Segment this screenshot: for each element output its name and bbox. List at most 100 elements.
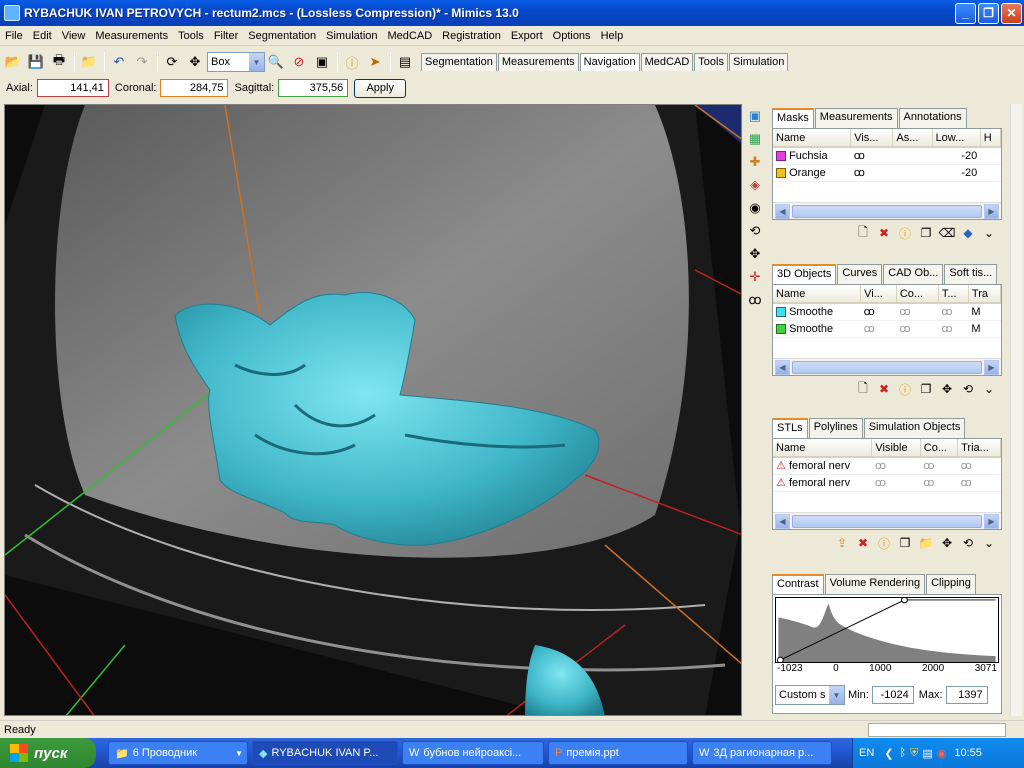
max-handle[interactable] bbox=[901, 597, 908, 604]
tab-medcad[interactable]: MedCAD bbox=[640, 53, 694, 71]
transparency-glasses-icon[interactable]: ꝏ bbox=[938, 320, 969, 338]
tab-tools[interactable]: Tools bbox=[694, 53, 728, 71]
start-button[interactable]: пуск bbox=[0, 738, 96, 768]
contour-glasses-icon[interactable]: ꝏ bbox=[896, 303, 939, 321]
minimize-button[interactable]: _ bbox=[955, 2, 976, 24]
menu-export[interactable]: Export bbox=[506, 30, 548, 42]
visibility-glasses-icon[interactable]: ꝏ bbox=[871, 457, 921, 475]
column-header[interactable]: Co... bbox=[896, 285, 939, 304]
print-icon[interactable]: 🖶 bbox=[48, 51, 70, 73]
scroll-right-icon[interactable]: ▶ bbox=[984, 203, 999, 219]
delete-icon[interactable]: ✖ bbox=[875, 380, 893, 398]
menu-help[interactable]: Help bbox=[596, 30, 629, 42]
fit-icon[interactable]: ▣ bbox=[311, 51, 333, 73]
scroll-thumb[interactable] bbox=[792, 360, 982, 374]
move-icon[interactable]: ✥ bbox=[938, 380, 956, 398]
scroll-thumb[interactable] bbox=[792, 514, 982, 528]
close-button[interactable]: ✕ bbox=[1001, 2, 1022, 24]
tab-masks[interactable]: Masks bbox=[772, 108, 814, 130]
table-row[interactable]: Smoothe ꝏ ꝏ ꝏ M bbox=[773, 320, 1001, 338]
3d-viewport[interactable] bbox=[4, 104, 742, 716]
calculate-3d-icon[interactable]: ◆ bbox=[959, 224, 977, 242]
tray-arrow-icon[interactable]: ❮ bbox=[884, 747, 893, 760]
scroll-thumb[interactable] bbox=[792, 204, 982, 218]
undo-icon[interactable]: ↶ bbox=[108, 51, 130, 73]
column-header[interactable]: Name bbox=[773, 129, 852, 148]
taskbar-item[interactable]: 📁 6 Проводник ▼ bbox=[108, 741, 248, 765]
contour-glasses-icon[interactable]: ꝏ bbox=[920, 457, 958, 475]
triangles-glasses-icon[interactable]: ꝏ bbox=[957, 474, 1001, 492]
contrast-histogram[interactable] bbox=[775, 597, 999, 663]
column-header[interactable]: Low... bbox=[932, 129, 981, 148]
tab-curves[interactable]: Curves bbox=[837, 264, 883, 284]
horizontal-scrollbar[interactable]: ◀ ▶ bbox=[773, 358, 1001, 375]
table-row[interactable]: Smoothe ꝏ ꝏ ꝏ M bbox=[773, 303, 1001, 321]
table-row[interactable]: Fuchsia ꝏ -20 bbox=[773, 147, 1001, 165]
menu-options[interactable]: Options bbox=[548, 30, 596, 42]
delete-icon[interactable]: ✖ bbox=[875, 224, 893, 242]
visibility-glasses-icon[interactable]: ꝏ bbox=[871, 474, 921, 492]
horizontal-scrollbar[interactable]: ◀ ▶ bbox=[773, 202, 1001, 219]
tab-annotations[interactable]: Annotations bbox=[898, 108, 967, 128]
rotate-icon[interactable]: ⟲ bbox=[959, 534, 977, 552]
menu-view[interactable]: View bbox=[57, 30, 91, 42]
taskbar-item[interactable]: Wбубнов нейроаксі... bbox=[402, 741, 544, 765]
taskbar-item[interactable]: ◆ RYBACHUK IVAN P... bbox=[252, 741, 398, 765]
menu-medcad[interactable]: MedCAD bbox=[383, 30, 438, 42]
column-header[interactable]: As... bbox=[892, 129, 933, 148]
save-icon[interactable]: 💾 bbox=[25, 51, 47, 73]
zoom-icon[interactable]: 🔍 bbox=[265, 51, 287, 73]
column-header[interactable]: Name bbox=[773, 439, 873, 458]
view-cube-icon[interactable]: ▣ bbox=[744, 105, 766, 127]
tab-segmentation[interactable]: Segmentation bbox=[421, 53, 497, 71]
table-row[interactable]: ⚠ femoral nerv ꝏ ꝏ ꝏ bbox=[773, 457, 1001, 475]
info-icon[interactable]: ⓘ bbox=[896, 380, 914, 398]
load-stl-icon[interactable]: ⇪ bbox=[833, 534, 851, 552]
menu-segmentation[interactable]: Segmentation bbox=[243, 30, 321, 42]
visibility-glasses-icon[interactable]: ꝏ bbox=[860, 320, 897, 338]
tab-navigation[interactable]: Navigation bbox=[579, 53, 640, 71]
visibility-glasses-icon[interactable]: ꝏ bbox=[860, 303, 897, 321]
pan-icon[interactable]: ✥ bbox=[184, 51, 206, 73]
maximize-button[interactable]: ❐ bbox=[978, 2, 999, 24]
rotate-icon[interactable]: ⟲ bbox=[959, 380, 977, 398]
contour-glasses-icon[interactable]: ꝏ bbox=[920, 474, 958, 492]
zoom-reset-icon[interactable]: ⊘ bbox=[288, 51, 310, 73]
menu-chevron-icon[interactable]: ⌄ bbox=[980, 534, 998, 552]
new-icon[interactable]: 🗋 bbox=[854, 224, 872, 242]
glasses-icon[interactable]: ꝏ bbox=[744, 289, 766, 311]
menu-chevron-icon[interactable]: ⌄ bbox=[980, 380, 998, 398]
info-icon[interactable]: ⓘ bbox=[341, 51, 363, 73]
table-row[interactable]: ⚠ femoral nerv ꝏ ꝏ ꝏ bbox=[773, 474, 1001, 492]
table-row[interactable]: Orange ꝏ -20 bbox=[773, 164, 1001, 182]
scroll-left-icon[interactable]: ◀ bbox=[775, 203, 790, 219]
duplicate-icon[interactable]: ❐ bbox=[917, 224, 935, 242]
contour-glasses-icon[interactable]: ꝏ bbox=[896, 320, 939, 338]
rotate-icon[interactable]: ⟲ bbox=[744, 220, 766, 242]
horizontal-scrollbar[interactable]: ◀ ▶ bbox=[773, 512, 1001, 529]
visibility-glasses-icon[interactable]: ꝏ bbox=[850, 147, 893, 165]
mode-select[interactable]: Box ▼ bbox=[207, 52, 265, 72]
tab-simulation[interactable]: Simulation bbox=[728, 53, 789, 71]
rotate-icon[interactable]: ⟳ bbox=[161, 51, 183, 73]
eye-icon[interactable]: ◉ bbox=[744, 197, 766, 219]
scroll-left-icon[interactable]: ◀ bbox=[775, 513, 790, 529]
max-input[interactable]: 1397 bbox=[945, 686, 988, 704]
menu-measurements[interactable]: Measurements bbox=[90, 30, 173, 42]
tab-measurements[interactable]: Measurements bbox=[814, 108, 898, 128]
tab-stls[interactable]: STLs bbox=[772, 418, 808, 440]
info-icon[interactable]: ⓘ bbox=[896, 224, 914, 242]
visibility-glasses-icon[interactable]: ꝏ bbox=[850, 164, 893, 182]
open-folder-icon[interactable]: 📂 bbox=[2, 51, 24, 73]
column-header[interactable]: H bbox=[980, 129, 1002, 148]
new-icon[interactable]: 🗋 bbox=[854, 380, 872, 398]
cursor-icon[interactable]: ➤ bbox=[364, 51, 386, 73]
folder-icon[interactable]: 📁 bbox=[917, 534, 935, 552]
shield-icon[interactable]: ⛨ bbox=[910, 747, 918, 760]
duplicate-icon[interactable]: ❐ bbox=[917, 380, 935, 398]
view-planes-icon[interactable]: ✚ bbox=[744, 151, 766, 173]
sagittal-input[interactable]: 375,56 bbox=[278, 79, 349, 97]
column-header[interactable]: Co... bbox=[920, 439, 959, 458]
menu-filter[interactable]: Filter bbox=[209, 30, 243, 42]
menu-registration[interactable]: Registration bbox=[437, 30, 506, 42]
